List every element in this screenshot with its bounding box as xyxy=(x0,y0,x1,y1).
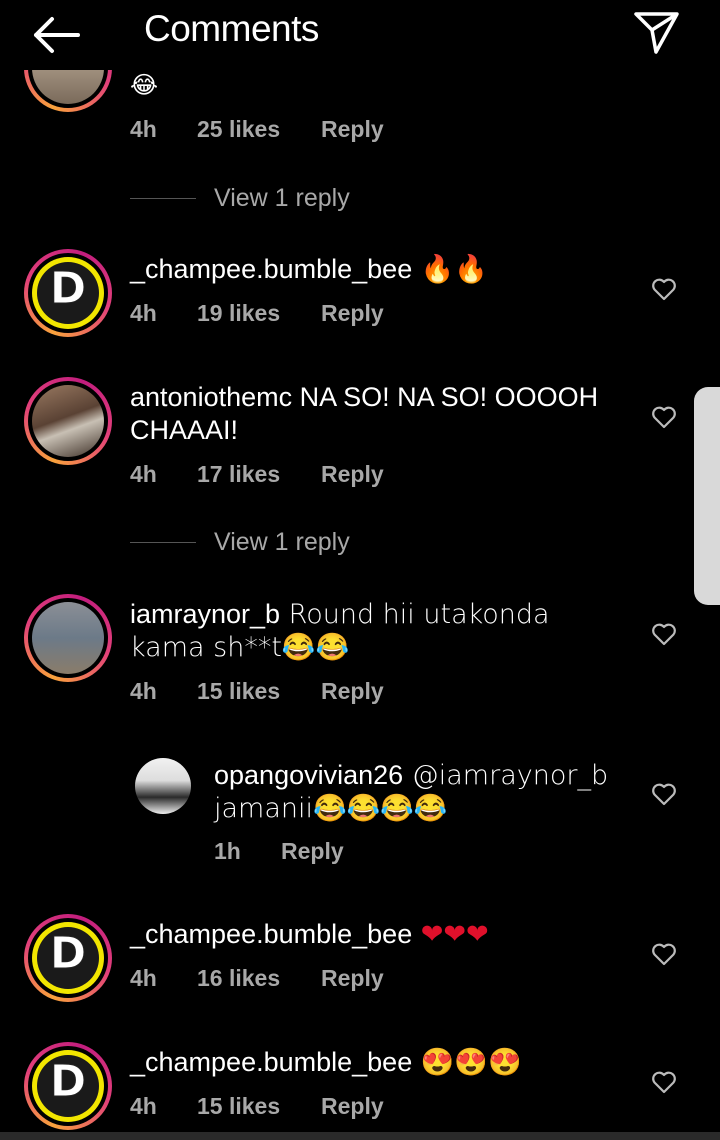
page-title: Comments xyxy=(144,8,319,49)
like-count[interactable]: 15 likes xyxy=(197,678,280,705)
comment-username[interactable]: iamraynor_b xyxy=(130,599,280,629)
comment-time: 4h xyxy=(130,300,157,326)
comment-time: 1h xyxy=(214,838,241,864)
bottom-edge xyxy=(0,1132,720,1140)
divider xyxy=(130,198,196,199)
heart-icon[interactable] xyxy=(651,622,677,646)
reply-avatar[interactable] xyxy=(135,758,191,814)
view-replies-label: View 1 reply xyxy=(214,184,350,212)
comment-username[interactable]: _champee.bumble_bee xyxy=(130,1047,412,1077)
like-count[interactable]: 25 likes xyxy=(197,116,280,143)
heart-icon[interactable] xyxy=(651,782,677,806)
comment-text: antoniothemc NA SO! NA SO! OOOOH CHAAAI! xyxy=(130,381,630,447)
divider xyxy=(130,542,196,543)
comment-text: _champee.bumble_bee ❤❤❤ xyxy=(130,918,630,951)
heart-icon[interactable] xyxy=(651,405,677,429)
comment-time: 4h xyxy=(130,461,157,487)
comment-username[interactable]: antoniothemc xyxy=(130,382,292,412)
like-count[interactable]: 15 likes xyxy=(197,1093,280,1120)
reply-button[interactable]: Reply xyxy=(321,116,384,143)
view-replies-label: View 1 reply xyxy=(214,528,350,556)
like-count[interactable]: 17 likes xyxy=(197,461,280,488)
reply-button[interactable]: Reply xyxy=(321,678,384,705)
logo-letter: D xyxy=(49,1056,87,1108)
heart-icon[interactable] xyxy=(651,942,677,966)
avatar[interactable]: D xyxy=(24,1042,112,1130)
heart-icon[interactable] xyxy=(651,1070,677,1094)
header-bar: Comments xyxy=(0,0,720,70)
comment-text: iamraynor_b Round hii utakonda kama sh**… xyxy=(130,598,630,664)
comment-text: _champee.bumble_bee 🔥🔥 xyxy=(130,253,630,286)
scrollbar-thumb[interactable] xyxy=(694,387,720,605)
comment-body: ❤❤❤ xyxy=(412,919,489,950)
comment-time: 4h xyxy=(130,678,157,704)
reply-button[interactable]: Reply xyxy=(321,461,384,488)
reply-button[interactable]: Reply xyxy=(281,838,344,865)
reply-button[interactable]: Reply xyxy=(321,965,384,992)
avatar[interactable]: D xyxy=(24,249,112,337)
avatar[interactable]: D xyxy=(24,914,112,1002)
reply-button[interactable]: Reply xyxy=(321,1093,384,1120)
back-arrow-icon[interactable] xyxy=(28,12,84,58)
send-icon[interactable] xyxy=(630,6,682,58)
comment-username[interactable]: _champee.bumble_bee xyxy=(130,919,412,949)
heart-icon[interactable] xyxy=(651,277,677,301)
comment-body: 😍😍😍 xyxy=(412,1047,522,1078)
reply-text: opangovivian26 @iamraynor_b jamanii😂😂😂😂 xyxy=(214,759,624,825)
logo-letter: D xyxy=(49,263,87,315)
like-count[interactable]: 19 likes xyxy=(197,300,280,327)
logo-letter: D xyxy=(49,928,87,980)
comment-username[interactable]: opangovivian26 xyxy=(214,760,403,790)
avatar[interactable] xyxy=(24,594,112,682)
comment-text: _champee.bumble_bee 😍😍😍 xyxy=(130,1046,630,1079)
avatar[interactable] xyxy=(24,377,112,465)
comment-time: 4h xyxy=(130,116,157,142)
comment-time: 4h xyxy=(130,965,157,991)
like-count[interactable]: 16 likes xyxy=(197,965,280,992)
comment-text: 😂 xyxy=(130,71,159,99)
reply-button[interactable]: Reply xyxy=(321,300,384,327)
comment-username[interactable]: _champee.bumble_bee xyxy=(130,254,412,284)
comment-time: 4h xyxy=(130,1093,157,1119)
comment-body: 🔥🔥 xyxy=(412,254,489,285)
